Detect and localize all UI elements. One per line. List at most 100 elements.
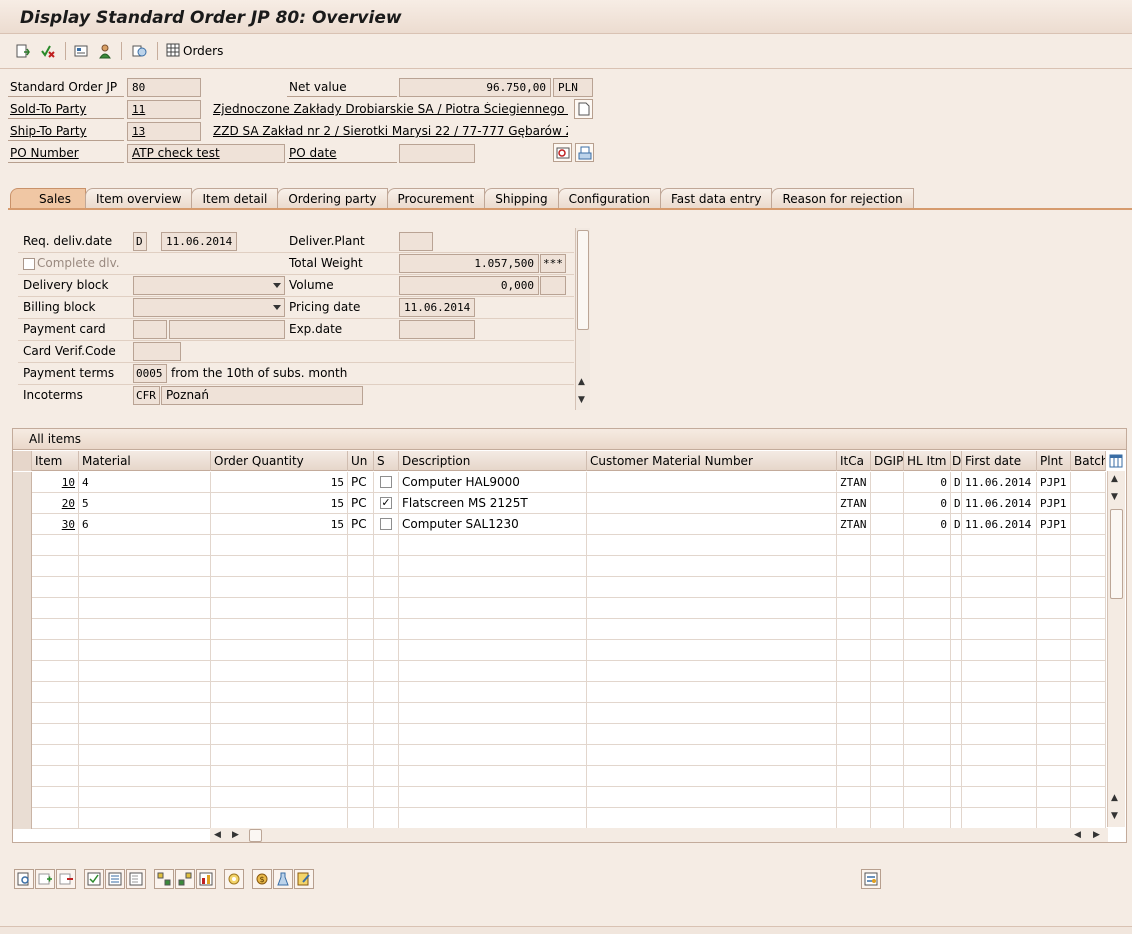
complete-dlv-checkbox[interactable]	[23, 258, 35, 270]
cell-dgip[interactable]	[871, 577, 904, 598]
edit-texts-icon[interactable]	[294, 869, 314, 889]
cell-unit[interactable]	[348, 787, 374, 808]
cell-material[interactable]	[79, 745, 211, 766]
cell-batch[interactable]	[1071, 682, 1106, 703]
table-row[interactable]	[13, 535, 1106, 556]
cell-first-date[interactable]	[962, 598, 1037, 619]
cell-unit[interactable]	[348, 577, 374, 598]
cell-d[interactable]	[951, 535, 962, 556]
cell-item-category[interactable]	[837, 556, 871, 577]
cell-item-category[interactable]	[837, 535, 871, 556]
row-selector[interactable]	[13, 808, 32, 829]
cell-material[interactable]	[79, 640, 211, 661]
cell-order-quantity[interactable]	[211, 682, 348, 703]
ship-to-party-field[interactable]: 13	[127, 122, 201, 141]
cell-first-date[interactable]: 11.06.2014	[962, 472, 1037, 493]
col-header-hl-item[interactable]: HL Itm	[904, 451, 951, 471]
cell-order-quantity[interactable]	[211, 808, 348, 829]
cell-item[interactable]: 30	[32, 514, 79, 535]
cell-description[interactable]	[399, 808, 587, 829]
cell-batch[interactable]	[1071, 535, 1106, 556]
cell-unit[interactable]	[348, 619, 374, 640]
cell-batch[interactable]	[1071, 556, 1106, 577]
scroll-down-icon[interactable]: ▼	[1111, 811, 1118, 821]
cell-dgip[interactable]	[871, 514, 904, 535]
col-header-material[interactable]: Material	[79, 451, 211, 471]
cell-s[interactable]	[374, 514, 399, 535]
cell-batch[interactable]	[1071, 472, 1106, 493]
cell-d[interactable]	[951, 577, 962, 598]
cell-customer-material-number[interactable]	[587, 577, 837, 598]
cell-item[interactable]	[32, 640, 79, 661]
cell-item[interactable]	[32, 703, 79, 724]
cell-plant[interactable]	[1037, 787, 1071, 808]
cell-batch[interactable]	[1071, 514, 1106, 535]
table-row[interactable]	[13, 556, 1106, 577]
cell-customer-material-number[interactable]	[587, 535, 837, 556]
cell-hl-item[interactable]: 0	[904, 472, 951, 493]
cell-material[interactable]	[79, 766, 211, 787]
cell-s[interactable]	[374, 577, 399, 598]
cell-order-quantity[interactable]	[211, 661, 348, 682]
table-row[interactable]	[13, 682, 1106, 703]
cell-s[interactable]	[374, 640, 399, 661]
sold-to-party-description[interactable]: Zjednoczone Zakłady Drobiarskie SA / Pio…	[213, 102, 568, 116]
incoterms-field[interactable]: CFR	[133, 386, 160, 405]
checkbox[interactable]	[380, 476, 392, 488]
cell-dgip[interactable]	[871, 661, 904, 682]
cell-first-date[interactable]	[962, 619, 1037, 640]
cell-plant[interactable]	[1037, 808, 1071, 829]
table-row[interactable]	[13, 661, 1106, 682]
cell-unit[interactable]	[348, 766, 374, 787]
row-selector[interactable]	[13, 619, 32, 640]
delivery-block-dropdown[interactable]	[133, 276, 285, 295]
item-detail-icon[interactable]	[14, 869, 34, 889]
table-row[interactable]	[13, 745, 1106, 766]
select-all-cell[interactable]	[13, 451, 32, 471]
cell-dgip[interactable]	[871, 808, 904, 829]
cell-description[interactable]	[399, 682, 587, 703]
cell-item-category[interactable]	[837, 661, 871, 682]
cell-first-date[interactable]	[962, 556, 1037, 577]
cell-item[interactable]	[32, 745, 79, 766]
cell-material[interactable]	[79, 682, 211, 703]
cell-s[interactable]	[374, 745, 399, 766]
form-scroll-thumb[interactable]	[577, 230, 589, 330]
cell-unit[interactable]	[348, 745, 374, 766]
cell-dgip[interactable]	[871, 556, 904, 577]
cell-hl-item[interactable]	[904, 766, 951, 787]
cell-material[interactable]: 6	[79, 514, 211, 535]
table-scroll-thumb[interactable]	[1110, 509, 1123, 599]
cell-d[interactable]	[951, 682, 962, 703]
cell-batch[interactable]	[1071, 661, 1106, 682]
checkbox[interactable]	[380, 518, 392, 530]
cell-first-date[interactable]: 11.06.2014	[962, 514, 1037, 535]
table-row[interactable]	[13, 619, 1106, 640]
header-overview-icon[interactable]	[72, 42, 90, 60]
cell-batch[interactable]	[1071, 493, 1106, 514]
cell-s[interactable]	[374, 724, 399, 745]
col-header-plant[interactable]: Plnt	[1037, 451, 1071, 471]
tab-procurement[interactable]: Procurement	[386, 188, 486, 209]
tab-item-detail[interactable]: Item detail	[191, 188, 279, 209]
cell-material[interactable]	[79, 556, 211, 577]
row-selector[interactable]	[13, 493, 32, 514]
cell-customer-material-number[interactable]	[587, 745, 837, 766]
cell-description[interactable]	[399, 556, 587, 577]
cell-d[interactable]	[951, 745, 962, 766]
cell-batch[interactable]	[1071, 577, 1106, 598]
cell-plant[interactable]: PJP1	[1037, 472, 1071, 493]
cell-customer-material-number[interactable]	[587, 598, 837, 619]
tab-fast-data-entry[interactable]: Fast data entry	[659, 188, 773, 209]
table-row[interactable]	[13, 577, 1106, 598]
cell-hl-item[interactable]	[904, 745, 951, 766]
cell-d[interactable]	[951, 598, 962, 619]
req-deliv-date-field[interactable]: 11.06.2014	[161, 232, 237, 251]
cell-item-category[interactable]	[837, 640, 871, 661]
cell-batch[interactable]	[1071, 808, 1106, 829]
pricing-date-field[interactable]: 11.06.2014	[399, 298, 475, 317]
row-selector[interactable]	[13, 703, 32, 724]
cell-material[interactable]	[79, 619, 211, 640]
select-all-icon[interactable]	[84, 869, 104, 889]
cell-d[interactable]	[951, 808, 962, 829]
